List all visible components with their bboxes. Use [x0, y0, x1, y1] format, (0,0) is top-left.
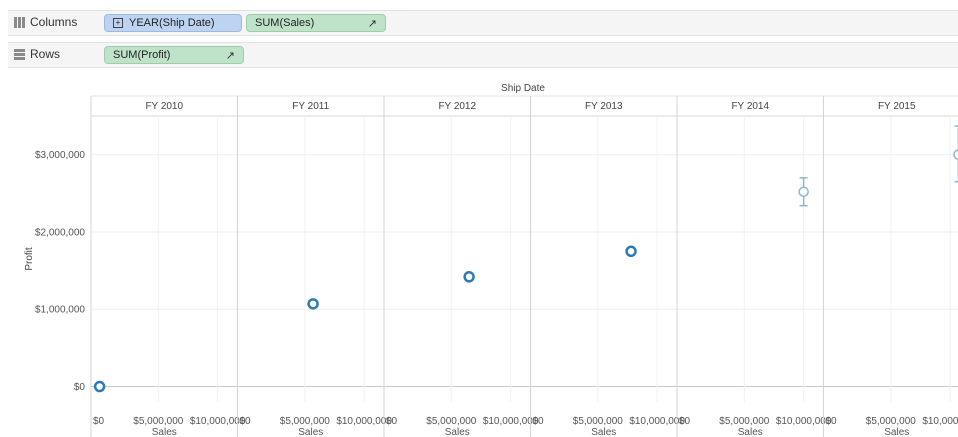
panel-header: FY 2011 — [292, 101, 329, 112]
x-axis-label: Sales — [445, 427, 470, 437]
data-point — [93, 380, 106, 393]
data-point — [307, 298, 319, 310]
x-tick-label: $5,000,000 — [280, 416, 330, 427]
panel-header: FY 2010 — [145, 101, 183, 112]
x-axis-label: Sales — [298, 427, 323, 437]
expand-plus-icon[interactable]: + — [113, 18, 123, 28]
pill-text: YEAR(Ship Date) — [129, 17, 215, 29]
data-point — [798, 186, 809, 198]
x-tick-label: $10,000,000 — [922, 416, 958, 427]
rows-icon — [14, 48, 25, 60]
x-axis-label: Sales — [738, 427, 763, 437]
scatter-chart: Ship Date Profit $0 $1,000,000 $2,000,000 $… — [0, 78, 958, 437]
x-tick-label: $5,000,000 — [133, 416, 183, 427]
y-tick-label: $3,000,000 — [35, 150, 85, 161]
x-tick-label: $0 — [386, 416, 398, 427]
x-tick-label: $5,000,000 — [573, 416, 623, 427]
pill-arrow-icon: ↗ — [367, 18, 377, 30]
pill-year-ship-date[interactable]: + YEAR(Ship Date) — [104, 14, 242, 32]
data-point — [625, 245, 637, 258]
pill-text: SUM(Sales) — [255, 17, 315, 29]
x-tick-label: $0 — [826, 416, 838, 427]
x-axis-label: Sales — [152, 427, 177, 437]
data-point — [463, 271, 475, 283]
x-axis-label: Sales — [884, 427, 909, 437]
panel-header: FY 2013 — [585, 101, 623, 112]
rows-shelf: Rows SUM(Profit) ↗ — [8, 42, 958, 68]
columns-shelf: Columns + YEAR(Ship Date) SUM(Sales) ↗ — [8, 10, 958, 36]
rows-label: Rows — [30, 47, 61, 61]
y-tick-label: $1,000,000 — [35, 305, 85, 316]
x-tick-label: $0 — [679, 416, 691, 427]
pill-sum-sales[interactable]: SUM(Sales) ↗ — [246, 14, 386, 32]
rows-shelf-title: Rows — [14, 47, 60, 61]
pill-text: SUM(Profit) — [113, 49, 171, 61]
columns-icon — [14, 16, 25, 28]
x-tick-label: $5,000,000 — [719, 416, 769, 427]
chart-title: Ship Date — [501, 83, 545, 94]
y-axis-label: Profit — [24, 247, 35, 271]
x-tick-label: $5,000,000 — [426, 416, 476, 427]
columns-label: Columns — [30, 15, 78, 29]
x-axis-label: Sales — [591, 427, 616, 437]
data-point — [953, 149, 958, 160]
x-tick-label: $0 — [240, 416, 252, 427]
y-tick-label: $0 — [74, 382, 86, 393]
chart-background — [0, 78, 958, 437]
x-tick-label: $0 — [93, 416, 105, 427]
panel-header: FY 2012 — [438, 101, 476, 112]
panel-header: FY 2015 — [878, 101, 916, 112]
y-tick-label: $2,000,000 — [35, 227, 85, 238]
x-tick-label: $5,000,000 — [866, 416, 916, 427]
pill-arrow-icon: ↗ — [225, 50, 235, 62]
pill-sum-profit[interactable]: SUM(Profit) ↗ — [104, 46, 244, 64]
x-tick-label: $0 — [533, 416, 545, 427]
panel-header: FY 2014 — [731, 101, 769, 112]
columns-shelf-title: Columns — [14, 15, 77, 29]
